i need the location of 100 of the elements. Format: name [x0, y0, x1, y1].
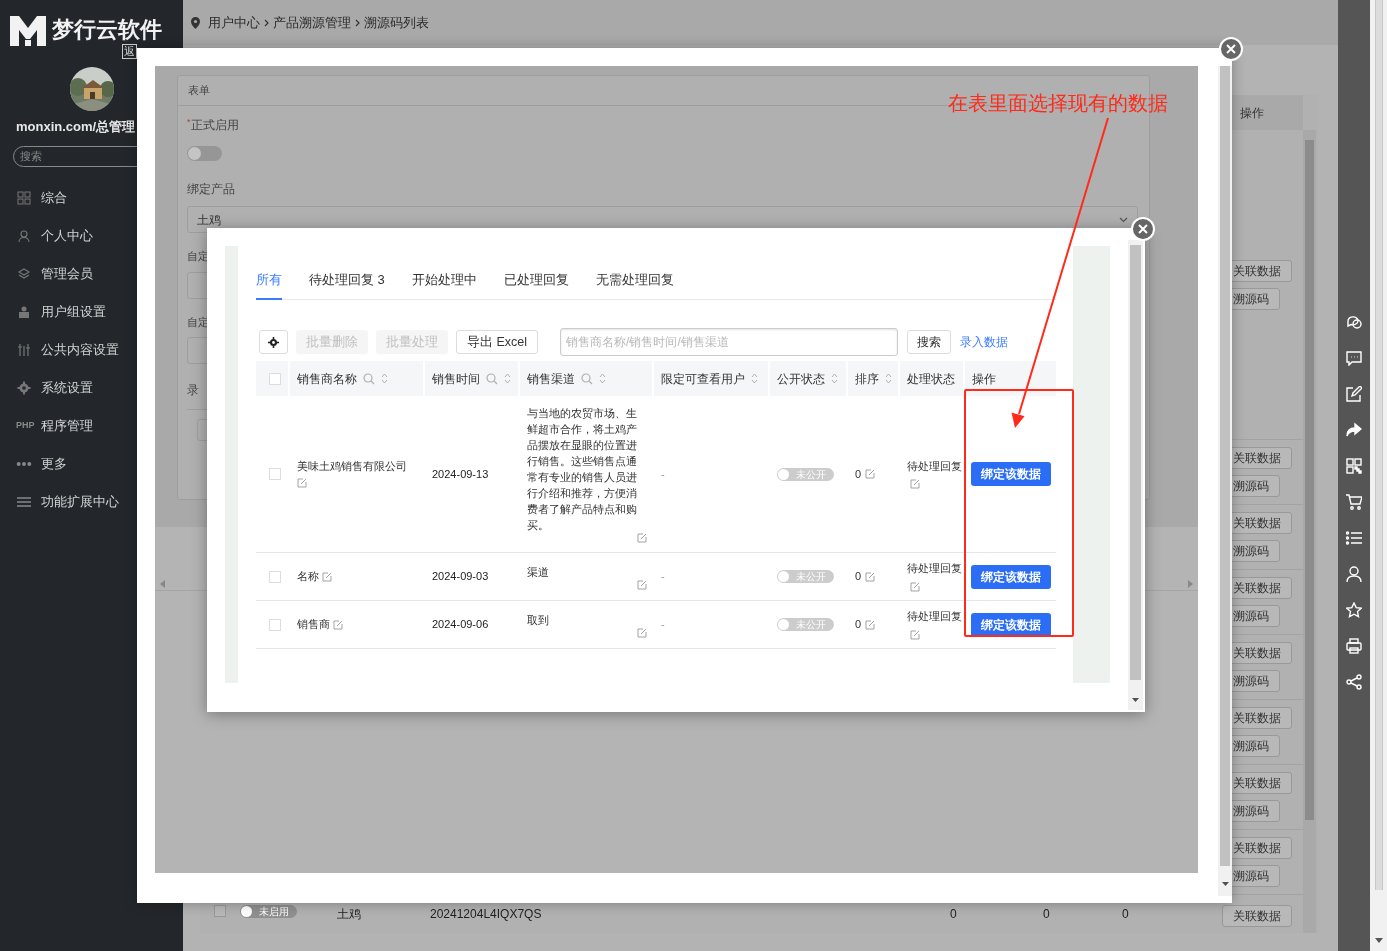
sidebar-item[interactable]: 综合: [0, 178, 183, 217]
chat-bubbles-icon[interactable]: [1346, 314, 1362, 330]
tools-icon: [16, 342, 32, 357]
chevron-right-icon: [355, 18, 360, 27]
table-cell-text: 0: [1122, 906, 1129, 923]
sort-icon[interactable]: [381, 373, 388, 384]
table-cell-text: 0: [855, 617, 862, 633]
search-button[interactable]: 搜索: [907, 330, 952, 354]
search-icon[interactable]: [363, 372, 375, 385]
tab[interactable]: 开始处理中: [411, 270, 477, 300]
field-label: 录: [187, 382, 200, 399]
table-cell-text: 渠道: [527, 564, 550, 580]
search-icon[interactable]: [486, 372, 498, 385]
dialog-scrollbar[interactable]: [1218, 66, 1232, 896]
gear-icon: [16, 380, 32, 395]
scroll-down-icon[interactable]: [1221, 882, 1229, 886]
qr-code-icon[interactable]: [1346, 458, 1362, 474]
share-arrow-icon[interactable]: [1346, 422, 1362, 438]
table-cell: -: [661, 467, 665, 480]
breadcrumb-link[interactable]: 用户中心: [208, 12, 260, 33]
search-icon[interactable]: [581, 372, 593, 385]
column-header: 公开状态: [768, 361, 846, 396]
settings-button[interactable]: [259, 330, 288, 354]
scroll-left-icon[interactable]: [160, 579, 165, 588]
column-header: 操作: [1239, 104, 1265, 122]
tab[interactable]: 无需处理回复: [595, 270, 674, 300]
sidebar-item[interactable]: 管理会员: [0, 254, 183, 293]
back-tag[interactable]: 返: [122, 44, 137, 59]
list-icon[interactable]: [1346, 530, 1362, 546]
location-pin-icon: [191, 16, 200, 29]
sort-icon[interactable]: [751, 373, 758, 384]
settings-icon: [268, 336, 279, 348]
tab[interactable]: 所有: [256, 270, 282, 300]
table-cell-text: 待处理回复: [907, 458, 963, 474]
table-cell: -: [661, 618, 665, 631]
logo-icon: [10, 14, 46, 46]
close-icon: [1226, 44, 1236, 54]
table-cell: 销售商: [297, 618, 330, 631]
brand-name: 梦行云软件: [52, 19, 162, 41]
sidebar-item[interactable]: 用户组设置: [0, 292, 183, 331]
message-icon[interactable]: [1346, 350, 1362, 366]
printer-icon[interactable]: [1346, 638, 1362, 654]
row-action-button[interactable]: 关联数据: [1222, 905, 1292, 927]
group-icon: [16, 304, 32, 319]
table-cell: 待处理回复: [907, 609, 963, 625]
share-icon[interactable]: [1346, 674, 1362, 690]
breadcrumb-link[interactable]: 产品溯源管理: [273, 12, 351, 33]
enable-switch[interactable]: [187, 146, 222, 161]
column-header: 排序: [846, 361, 898, 396]
sidebar-item[interactable]: 系统设置: [0, 368, 183, 407]
bind-data-button[interactable]: 绑定该数据: [971, 612, 1051, 637]
sort-icon[interactable]: [504, 373, 511, 384]
table-cell: -: [661, 570, 665, 583]
php-icon: PHP: [16, 421, 32, 430]
sort-icon[interactable]: [599, 373, 606, 384]
sidebar-item[interactable]: 更多: [0, 444, 183, 483]
cart-icon[interactable]: [1346, 494, 1362, 510]
scroll-down-icon[interactable]: [1374, 938, 1383, 943]
user-name: monxin.com/总管理: [15, 118, 137, 136]
tab[interactable]: 已处理回复: [503, 270, 569, 300]
add-data-link[interactable]: 录入数据: [960, 333, 1009, 351]
sidebar-item[interactable]: 功能扩展中心: [0, 482, 183, 521]
table-cell-text: 0: [855, 569, 862, 585]
toolbar-button[interactable]: 导出 Excel: [456, 330, 539, 354]
field-label: 绑定产品: [187, 181, 236, 198]
bind-data-button[interactable]: 绑定该数据: [971, 564, 1051, 589]
table-cell-text: 取到: [527, 612, 550, 628]
user-icon: [16, 228, 32, 243]
table-cell-text: 与当地的农贸市场、生鲜超市合作，将土鸡产品摆放在显眼的位置进行销售。这些销售点通常有专业的销售人员进行介绍和推荐，方便消费者了解产品特点和购买。: [527, 406, 638, 533]
scroll-right-icon[interactable]: [1188, 579, 1193, 588]
tab[interactable]: 待处理回复 3: [309, 270, 385, 300]
dialog-scrollbar[interactable]: [1128, 240, 1143, 710]
table-cell: 名称: [297, 570, 319, 583]
scrollbar[interactable]: [1303, 130, 1316, 933]
scroll-down-icon[interactable]: [1132, 698, 1139, 702]
sort-icon[interactable]: [885, 373, 892, 384]
table-cell: 2024-09-13: [432, 467, 489, 480]
table-cell-text: 0: [855, 466, 862, 482]
table-cell-text: 0: [1043, 906, 1050, 923]
column-header: 销售时间: [423, 361, 518, 396]
breadcrumb-link[interactable]: 溯源码列表: [364, 12, 429, 33]
close-icon: [1138, 224, 1148, 234]
sidebar-item[interactable]: 公共内容设置: [0, 330, 183, 369]
table-cell: 待处理回复: [907, 561, 963, 577]
user-icon[interactable]: [1346, 566, 1362, 582]
sort-icon[interactable]: [831, 373, 838, 384]
sidebar-item[interactable]: 个人中心: [0, 216, 183, 255]
table-cell: 2024-09-06: [432, 618, 489, 631]
column-header: 销售商名称: [288, 361, 423, 396]
page-scrollbar[interactable]: [1370, 0, 1387, 951]
star-icon[interactable]: [1346, 602, 1362, 618]
field-label: *正式启用: [187, 116, 240, 134]
table-cell: 美味土鸡销售有限公司: [297, 459, 407, 472]
table-cell: 2024-09-03: [432, 570, 489, 583]
search-field[interactable]: 销售商名称/销售时间/销售渠道: [560, 328, 899, 356]
column-header: 限定可查看用户: [652, 361, 768, 396]
checkbox[interactable]: [214, 905, 226, 917]
chevron-right-icon: [264, 18, 269, 27]
bind-data-button[interactable]: 绑定该数据: [971, 462, 1051, 486]
menu-icon: [16, 495, 32, 508]
